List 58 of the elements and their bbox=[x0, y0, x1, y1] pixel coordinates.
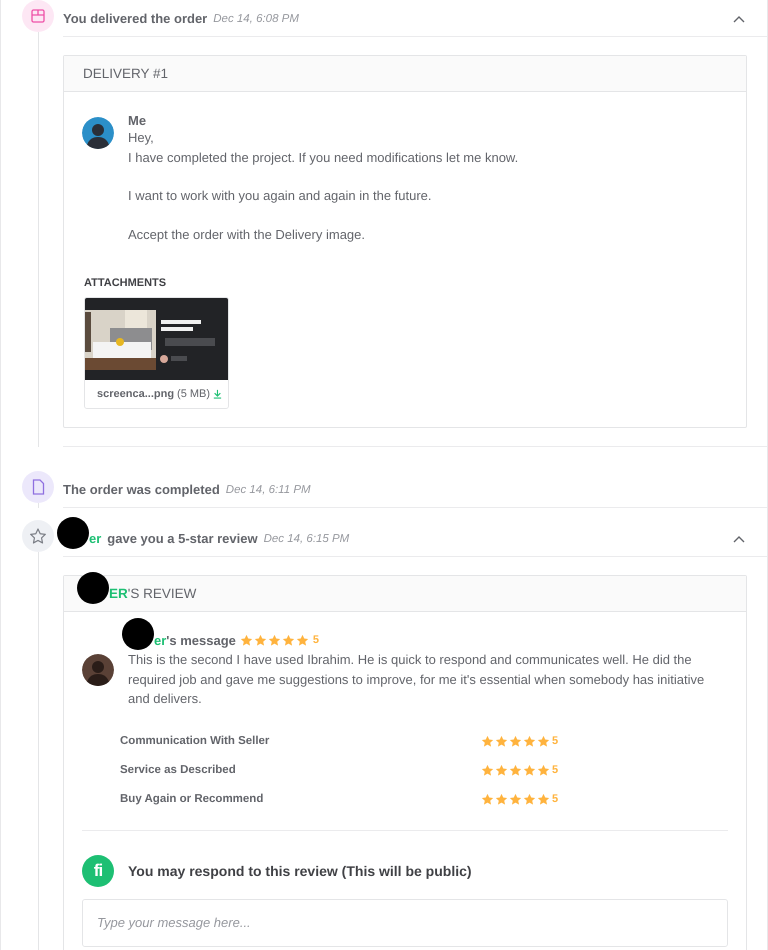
star-icon bbox=[268, 634, 281, 646]
star-icon bbox=[523, 764, 536, 776]
rating-label: Buy Again or Recommend bbox=[120, 793, 264, 805]
review-text: This is the second I have used Ibrahim. He is quick to respond and communicates well. He did the required job and gave me suggestions to improve, for me it's essential when somebody has initiative and delivers. bbox=[128, 651, 706, 708]
document-icon bbox=[32, 479, 44, 495]
event-time: Dec 14, 6:11 PM bbox=[226, 484, 311, 496]
card-heading: DELIVERY #1 bbox=[83, 66, 168, 81]
star-icon bbox=[282, 634, 295, 646]
sender-name: Me bbox=[128, 113, 148, 128]
avatar bbox=[82, 117, 114, 149]
card-heading: 'S REVIEW bbox=[128, 586, 196, 601]
logo: fi bbox=[82, 854, 114, 886]
message-text: Accept the order with the Delivery image. bbox=[128, 226, 366, 244]
rating-label: Communication With Seller bbox=[120, 735, 270, 747]
event-title: You delivered the order bbox=[63, 11, 208, 26]
star-icon bbox=[537, 764, 550, 776]
message-label: 's message bbox=[166, 633, 236, 648]
event-time: Dec 14, 6:15 PM bbox=[264, 532, 350, 544]
star-icon bbox=[537, 734, 550, 748]
message-text: I want to work with you again and again in the future. bbox=[128, 187, 433, 205]
user-name: er bbox=[154, 632, 166, 648]
attachment-card[interactable]: screenca...png (5 MB) bbox=[84, 297, 229, 409]
star-icon bbox=[481, 734, 494, 748]
box-icon bbox=[30, 8, 46, 24]
star-icon bbox=[296, 634, 309, 646]
star-icon bbox=[537, 792, 550, 806]
star-icon bbox=[509, 764, 522, 776]
rating-label: Service as Described bbox=[120, 764, 237, 776]
star-icon bbox=[481, 792, 494, 806]
star-icon bbox=[495, 792, 508, 806]
attachments-label: ATTACHMENTS bbox=[84, 277, 168, 289]
star-icon bbox=[509, 792, 522, 806]
respond-prompt: You may respond to this review (This will be public) bbox=[128, 862, 472, 878]
event-time: Dec 14, 6:08 PM bbox=[213, 12, 299, 24]
star-icon bbox=[509, 734, 522, 748]
star-icon bbox=[495, 734, 508, 748]
event-title: The order was completed bbox=[63, 482, 220, 497]
event-title: gave you a 5-star review bbox=[107, 531, 258, 546]
rating-value: 5 bbox=[552, 735, 558, 747]
rating-value: 5 bbox=[552, 764, 558, 776]
message-text: Hey, I have completed the project. If you need modifications let me know. bbox=[128, 129, 518, 167]
file-size: (5 MB) bbox=[177, 388, 210, 400]
avatar bbox=[82, 654, 114, 686]
star-icon bbox=[254, 634, 267, 646]
collapse-chevron-icon[interactable] bbox=[733, 534, 745, 542]
message-input[interactable]: Type your message here... bbox=[82, 898, 728, 946]
star-outline-icon bbox=[30, 528, 46, 544]
star-icon bbox=[240, 634, 253, 646]
user-name: ER bbox=[109, 586, 128, 601]
star-icon bbox=[523, 792, 536, 806]
star-icon bbox=[481, 764, 494, 776]
collapse-chevron-icon[interactable] bbox=[733, 14, 745, 22]
star-icon bbox=[523, 734, 536, 748]
file-name: screenca...png bbox=[97, 388, 174, 400]
rating-value: 5 bbox=[312, 634, 320, 646]
star-icon bbox=[495, 764, 508, 776]
rating-value: 5 bbox=[552, 793, 558, 805]
user-name: er bbox=[89, 531, 102, 546]
